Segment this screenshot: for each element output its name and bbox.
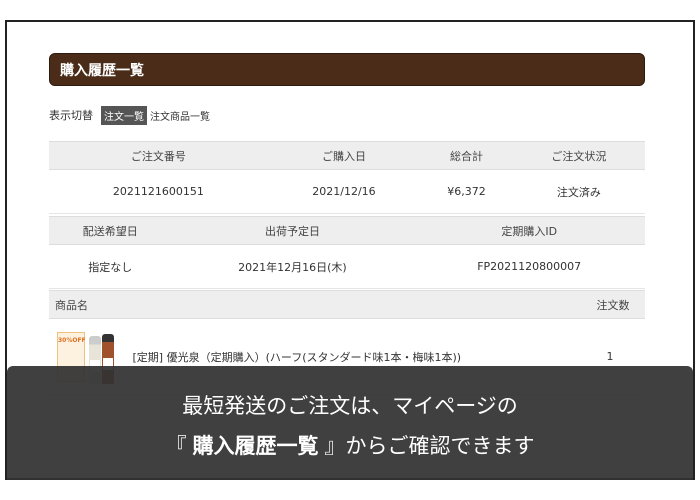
ship-date: 2021年12月16日(木) [171,244,414,289]
order-status: 注文済み [512,169,645,214]
delivery-date: 指定なし [49,244,172,289]
toggle-order-items[interactable]: 注文商品一覧 [147,106,213,125]
notice-banner: 最短発送のご注文は、マイページの 『購入履歴一覧 』からご確認できます [7,366,693,480]
toggle-order-list[interactable]: 注文一覧 [101,105,147,125]
order-total: ¥6,372 [420,169,513,214]
table-row: 指定なし 2021年12月16日(木) FP2021120800007 [49,244,645,289]
notice-highlight: 購入履歴一覧 [192,434,319,458]
col-purchase-date: ご購入日 [267,141,421,170]
col-delivery-date: 配送希望日 [49,216,172,245]
col-ship-date: 出荷予定日 [171,216,414,245]
subscription-id: FP2021120800007 [413,244,645,289]
order-number: 2021121600151 [49,169,268,214]
purchase-date: 2021/12/16 [267,169,421,214]
notice-bracket-open: 『 [165,434,187,458]
table-row: 2021121600151 2021/12/16 ¥6,372 注文済み [49,169,645,214]
col-product-name: 商品名 [49,290,575,319]
col-total: 総合計 [420,141,513,170]
view-toggle-label: 表示切替 [49,109,93,122]
order-summary-table: ご注文番号 ご購入日 総合計 ご注文状況 2021121600151 2021/… [49,141,645,214]
col-order-status: ご注文状況 [512,141,645,170]
col-subscription-id: 定期購入ID [413,216,645,245]
page-title: 購入履歴一覧 [49,53,645,86]
shipping-table: 配送希望日 出荷予定日 定期購入ID 指定なし 2021年12月16日(木) F… [49,216,645,289]
notice-line-1: 最短発送のご注文は、マイページの [182,394,518,418]
col-quantity: 注文数 [575,290,645,319]
notice-line-2-rest: 』からご確認できます [324,434,535,458]
product-name-link[interactable]: [定期] 優光泉（定期購入）(ハーフ(スタンダード味1本・梅味1本)) [133,351,462,364]
notice-line-2: 『購入履歴一覧 』からご確認できます [7,430,693,460]
col-order-number: ご注文番号 [49,141,268,170]
view-toggle: 表示切替 注文一覧 注文商品一覧 [49,105,213,125]
